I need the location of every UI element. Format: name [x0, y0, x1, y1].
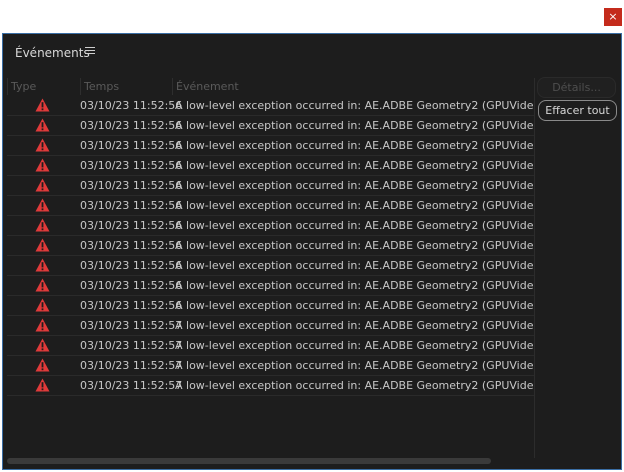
warning-icon [35, 238, 50, 252]
warning-icon [35, 178, 50, 192]
time-cell: 03/10/23 11:52:57 [80, 319, 183, 332]
time-cell: 03/10/23 11:52:56 [80, 99, 183, 112]
warning-icon [35, 378, 50, 392]
table-row[interactable]: 03/10/23 11:52:57 A low-level exception o… [7, 336, 534, 356]
type-cell [7, 236, 80, 255]
type-cell [7, 296, 80, 315]
event-cell: A low-level exception occurred in: AE.AD… [175, 179, 534, 192]
table-row[interactable]: 03/10/23 11:52:56 A low-level exception o… [7, 196, 534, 216]
table-row[interactable]: 03/10/23 11:52:56 A low-level exception o… [7, 176, 534, 196]
time-cell: 03/10/23 11:52:56 [80, 299, 183, 312]
warning-icon [35, 338, 50, 352]
time-cell: 03/10/23 11:52:56 [80, 159, 183, 172]
type-cell [7, 196, 80, 215]
time-cell: 03/10/23 11:52:56 [80, 219, 183, 232]
event-cell: A low-level exception occurred in: AE.AD… [175, 199, 534, 212]
time-cell: 03/10/23 11:52:57 [80, 339, 183, 352]
type-cell [7, 356, 80, 375]
type-cell [7, 96, 80, 115]
time-cell: 03/10/23 11:52:56 [80, 259, 183, 272]
table-row[interactable]: 03/10/23 11:52:57 A low-level exception o… [7, 376, 534, 396]
table-row[interactable]: 03/10/23 11:52:56 A low-level exception o… [7, 236, 534, 256]
event-cell: A low-level exception occurred in: AE.AD… [175, 359, 534, 372]
warning-icon [35, 198, 50, 212]
table-row[interactable]: 03/10/23 11:52:57 A low-level exception o… [7, 356, 534, 376]
horizontal-scrollbar[interactable] [7, 458, 491, 464]
time-cell: 03/10/23 11:52:57 [80, 359, 183, 372]
time-cell: 03/10/23 11:52:56 [80, 179, 183, 192]
close-button[interactable]: × [604, 8, 622, 26]
table-row[interactable]: 03/10/23 11:52:56 A low-level exception o… [7, 256, 534, 276]
warning-icon [35, 98, 50, 112]
events-list: 03/10/23 11:52:56 A low-level exception o… [7, 96, 534, 396]
warning-icon [35, 218, 50, 232]
column-header-time[interactable]: Temps [80, 78, 172, 95]
table-header: Type Temps Événement [7, 78, 534, 95]
event-cell: A low-level exception occurred in: AE.AD… [175, 219, 534, 232]
event-cell: A low-level exception occurred in: AE.AD… [175, 159, 534, 172]
table-row[interactable]: 03/10/23 11:52:56 A low-level exception o… [7, 156, 534, 176]
warning-icon [35, 358, 50, 372]
warning-icon [35, 278, 50, 292]
warning-icon [35, 158, 50, 172]
type-cell [7, 336, 80, 355]
type-cell [7, 176, 80, 195]
event-cell: A low-level exception occurred in: AE.AD… [175, 319, 534, 332]
warning-icon [35, 138, 50, 152]
warning-icon [35, 318, 50, 332]
type-cell [7, 156, 80, 175]
event-cell: A low-level exception occurred in: AE.AD… [175, 259, 534, 272]
warning-icon [35, 118, 50, 132]
events-panel: Événements Type Temps Événement 03/10/23… [2, 33, 622, 470]
window-titlebar: × [0, 0, 624, 32]
type-cell [7, 116, 80, 135]
table-row[interactable]: 03/10/23 11:52:56 A low-level exception o… [7, 296, 534, 316]
table-row[interactable]: 03/10/23 11:52:56 A low-level exception o… [7, 116, 534, 136]
type-cell [7, 276, 80, 295]
column-header-event[interactable]: Événement [172, 78, 534, 95]
type-cell [7, 376, 80, 395]
time-cell: 03/10/23 11:52:56 [80, 119, 183, 132]
event-cell: A low-level exception occurred in: AE.AD… [175, 279, 534, 292]
time-cell: 03/10/23 11:52:56 [80, 199, 183, 212]
event-cell: A low-level exception occurred in: AE.AD… [175, 299, 534, 312]
table-row[interactable]: 03/10/23 11:52:56 A low-level exception o… [7, 216, 534, 236]
warning-icon [35, 298, 50, 312]
table-row[interactable]: 03/10/23 11:52:57 A low-level exception o… [7, 316, 534, 336]
event-cell: A low-level exception occurred in: AE.AD… [175, 99, 534, 112]
warning-icon [35, 258, 50, 272]
panel-title: Événements [15, 46, 90, 60]
table-row[interactable]: 03/10/23 11:52:56 A low-level exception o… [7, 136, 534, 156]
time-cell: 03/10/23 11:52:56 [80, 239, 183, 252]
clear-all-button[interactable]: Effacer tout [538, 100, 617, 121]
column-header-type[interactable]: Type [7, 78, 80, 95]
event-cell: A low-level exception occurred in: AE.AD… [175, 239, 534, 252]
hamburger-menu-icon[interactable] [85, 47, 95, 57]
event-cell: A low-level exception occurred in: AE.AD… [175, 339, 534, 352]
type-cell [7, 316, 80, 335]
details-button[interactable]: Détails... [537, 77, 616, 98]
time-cell: 03/10/23 11:52:56 [80, 139, 183, 152]
time-cell: 03/10/23 11:52:56 [80, 279, 183, 292]
time-cell: 03/10/23 11:52:57 [80, 379, 183, 392]
event-cell: A low-level exception occurred in: AE.AD… [175, 119, 534, 132]
type-cell [7, 136, 80, 155]
events-table: Type Temps Événement 03/10/23 11:52:56 A … [7, 78, 535, 458]
event-cell: A low-level exception occurred in: AE.AD… [175, 379, 534, 392]
type-cell [7, 216, 80, 235]
event-cell: A low-level exception occurred in: AE.AD… [175, 139, 534, 152]
table-row[interactable]: 03/10/23 11:52:56 A low-level exception o… [7, 96, 534, 116]
type-cell [7, 256, 80, 275]
table-row[interactable]: 03/10/23 11:52:56 A low-level exception o… [7, 276, 534, 296]
